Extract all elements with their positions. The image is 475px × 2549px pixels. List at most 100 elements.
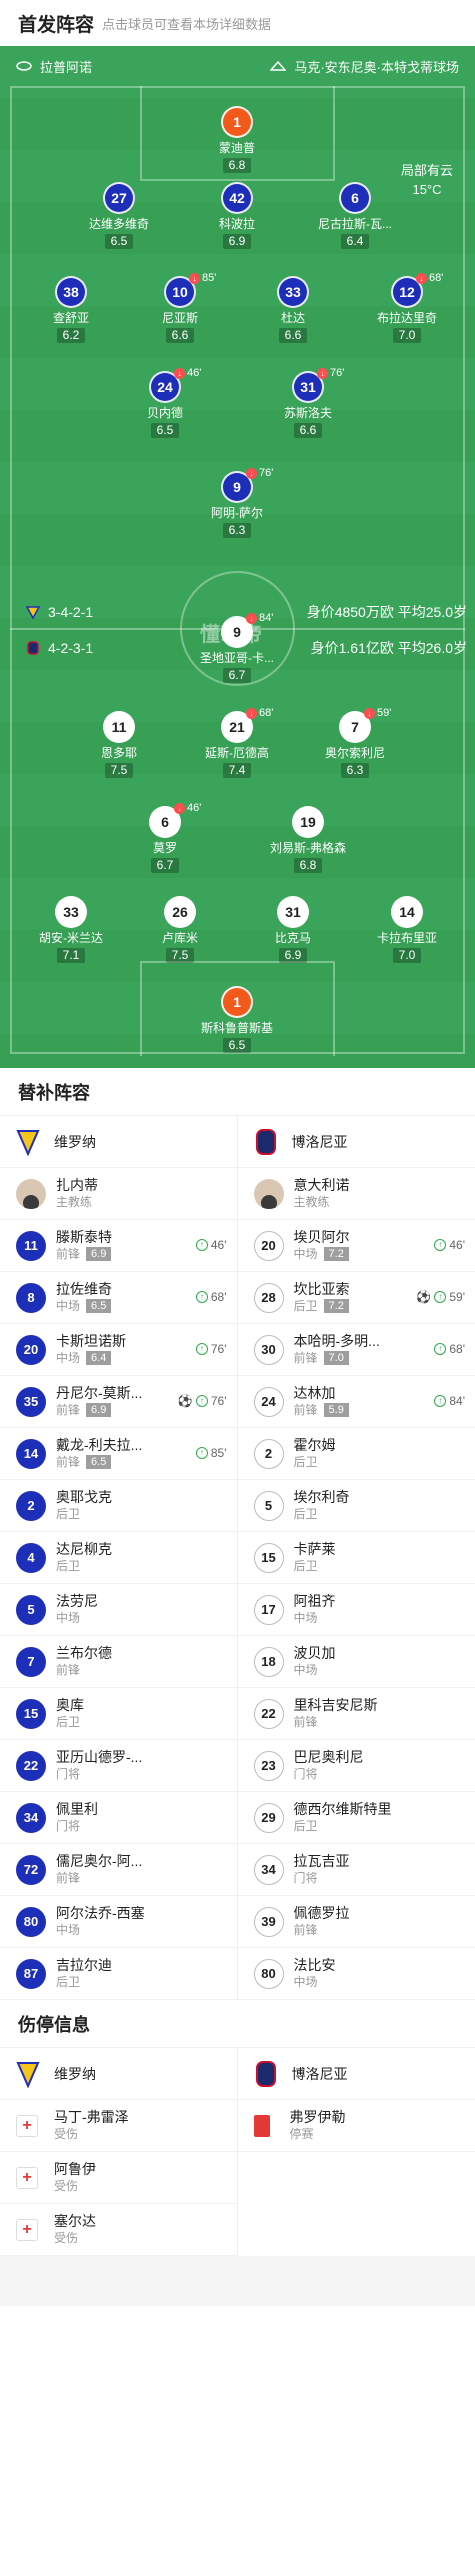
sub-marker: ↓ 76' [246,467,273,479]
sub-player-row[interactable]: 18 波贝加 中场 [237,1636,475,1688]
sub-player-row[interactable]: 80 法比安 中场 [237,1948,475,2000]
pitch-player[interactable]: 31 ↓ 76' 苏斯洛夫 6.6 [253,367,363,439]
sub-player-row[interactable]: 80 阿尔法乔-西塞 中场 [0,1896,237,1948]
sub-player-row[interactable]: 14 戴龙-利夫拉... 前锋 6.5 ↑ 85' [0,1428,237,1480]
pitch-player[interactable]: 27 达维多维奇 6.5 [64,182,174,250]
injury-row[interactable]: 弗罗伊勒 停赛 [237,2100,475,2152]
pitch-player[interactable]: 12 ↓ 68' 布拉达里奇 7.0 [352,272,462,344]
sub-number: 72 [23,1862,39,1877]
sub-player-row[interactable]: 17 阿祖齐 中场 [237,1584,475,1636]
sub-player-row[interactable]: 2 霍尔姆 后卫 [237,1428,475,1480]
sub-player-row[interactable]: 22 亚历山德罗-... 门将 [0,1740,237,1792]
pitch-player[interactable]: 9 ↓ 76' 阿明-萨尔 6.3 [182,467,292,539]
sub-player-row[interactable]: 15 卡萨莱 后卫 [237,1532,475,1584]
sub-player-row[interactable]: 72 儒尼奥尔-阿... 前锋 [0,1844,237,1896]
injury-status: 受伤 [54,2178,79,2193]
sub-player-position: 前锋 [56,1246,81,1261]
sub-player-rating: 6.5 [86,1455,112,1469]
sub-player-row[interactable]: 39 佩德罗拉 前锋 [237,1896,475,1948]
pitch-player[interactable]: 19 刘易斯-弗格森 6.8 [253,806,363,874]
pitch-player[interactable]: 7 ↓ 59' 奥尔索利尼 6.3 [300,707,410,779]
sub-player-position: 中场 [56,1350,81,1365]
sub-player-row[interactable]: 29 德西尔维斯特里 后卫 [237,1792,475,1844]
sub-player-row[interactable]: 35 丹尼尔-莫斯... 前锋 6.9 ⚽ ↑ 76' [0,1376,237,1428]
pitch-player[interactable]: 14 卡拉布里亚 7.0 [352,896,462,964]
sub-number-badge: 34 [16,1802,46,1833]
player-rating: 6.5 [222,1038,252,1053]
injuries-left-team-name: 维罗纳 [54,2065,96,2082]
pitch-player[interactable]: 33 胡安-米兰达 7.1 [16,896,126,964]
sub-number-badge: 11 [16,1230,46,1261]
player-rating: 6.7 [222,668,252,683]
pitch-player[interactable]: 10 ↓ 85' 尼亚斯 6.6 [125,272,235,344]
pitch-player[interactable]: 26 卢库米 7.5 [125,896,235,964]
pitch-player[interactable]: 24 ↓ 46' 贝内德 6.5 [110,367,220,439]
sub-out-icon: ↓ [246,707,257,719]
sub-in-time: ↑ 85' [195,1446,227,1460]
sub-in-time: ⚽ ↑ 59' [416,1290,465,1304]
subs-left-column: 维罗纳 扎内蒂 主教练 11 滕斯泰特 前锋 6.9 ↑ 46' 8 拉佐维奇 中场 6.5 ↑ 68… [0,1116,238,2000]
sub-player-row[interactable]: 30 本哈明-多明... 前锋 7.0 ↑ 68' [237,1324,475,1376]
injury-row[interactable]: + 马丁-弗雷泽 受伤 [0,2100,237,2152]
sub-player-row[interactable]: 23 巴尼奥利尼 门将 [237,1740,475,1792]
pitch-player[interactable]: 31 比克马 6.9 [238,896,348,964]
sub-player-row[interactable]: 8 拉佐维奇 中场 6.5 ↑ 68' [0,1272,237,1324]
subs-right-column: 博洛尼亚 意大利诺 主教练 20 埃贝阿尔 中场 7.2 ↑ 46' 28 坎比亚索 后卫 7.2… [237,1116,475,2000]
player-rating: 7.1 [56,948,86,963]
sub-player-row[interactable]: 11 滕斯泰特 前锋 6.9 ↑ 46' [0,1220,237,1272]
player-name: 苏斯洛夫 [283,406,332,420]
sub-player-row[interactable]: 20 埃贝阿尔 中场 7.2 ↑ 46' [237,1220,475,1272]
sub-player-row[interactable]: 28 坎比亚索 后卫 7.2 ⚽ ↑ 59' [237,1272,475,1324]
sub-player-row[interactable]: 15 奥库 后卫 [0,1688,237,1740]
sub-number: 17 [261,1602,276,1617]
medical-cross-icon: + [16,2114,38,2137]
injury-status: 停赛 [289,2126,314,2141]
sub-player-row[interactable]: 20 卡斯坦诺斯 中场 6.4 ↑ 76' [0,1324,237,1376]
right-coach-row[interactable]: 意大利诺 主教练 [237,1168,475,1220]
sub-out-icon: ↓ [174,802,185,814]
sub-player-name: 丹尼尔-莫斯... [56,1384,143,1401]
sub-player-row[interactable]: 2 奥耶戈克 后卫 [0,1480,237,1532]
sub-player-row[interactable]: 87 吉拉尔迪 后卫 [0,1948,237,2000]
sub-player-row[interactable]: 34 拉瓦吉亚 门将 [237,1844,475,1896]
pitch-player[interactable]: 6 ↓ 46' 莫罗 6.7 [110,802,220,874]
injury-row[interactable]: + 塞尔达 受伤 [0,2204,237,2256]
player-number: 9 [233,479,241,495]
sub-player-row[interactable]: 22 里科吉安尼斯 前锋 [237,1688,475,1740]
pitch-player[interactable]: 11 恩多耶 7.5 [64,711,174,779]
goal-icon: ⚽ [416,1290,432,1304]
sub-player-name: 阿尔法乔-西塞 [56,1904,145,1921]
pitch-player[interactable]: 9 ↓ 84' 圣地亚哥-卡... 6.7 [182,612,292,684]
sub-number-badge: 80 [16,1906,46,1937]
player-number-badge: 6 [339,182,371,214]
left-coach-row[interactable]: 扎内蒂 主教练 [0,1168,237,1220]
sub-player-row[interactable]: 34 佩里利 门将 [0,1792,237,1844]
sub-player-position: 中场 [293,1246,318,1261]
sub-player-name: 巴尼奥利尼 [293,1748,364,1765]
pitch-player[interactable]: 38 查舒亚 6.2 [16,276,126,344]
pitch-player[interactable]: 6 尼古拉斯-瓦... 6.4 [300,182,410,250]
player-name: 斯科鲁普斯基 [200,1021,273,1035]
sub-player-row[interactable]: 5 法劳尼 中场 [0,1584,237,1636]
sub-player-name: 拉佐维奇 [56,1280,112,1297]
player-name: 恩多耶 [100,746,137,760]
sub-minute: 46' [187,802,202,814]
home-formation: 3-4-2-1 [48,604,94,620]
sub-player-row[interactable]: 24 达林加 前锋 5.9 ↑ 84' [237,1376,475,1428]
subs-right-team-row: 博洛尼亚 [237,1116,475,1168]
sub-player-position: 前锋 [56,1662,81,1677]
pitch-player[interactable]: 33 杜达 6.6 [238,276,348,344]
sub-player-row[interactable]: 7 兰布尔德 前锋 [0,1636,237,1688]
player-rating: 6.9 [278,948,308,963]
sub-in-icon: ↑ [195,1291,208,1303]
sub-in-minute: 68' [210,1290,227,1304]
sub-number-badge: 23 [253,1750,284,1781]
sub-player-row[interactable]: 4 达尼柳克 后卫 [0,1532,237,1584]
sub-player-row[interactable]: 5 埃尔利奇 后卫 [237,1480,475,1532]
pitch-player[interactable]: 1 蒙迪普 6.8 [182,106,292,174]
pitch-player[interactable]: 1 斯科鲁普斯基 6.5 [182,986,292,1054]
pitch-player[interactable]: 21 ↓ 68' 延斯-厄德高 7.4 [182,707,292,779]
injury-row[interactable]: + 阿鲁伊 受伤 [0,2152,237,2204]
sub-player-name: 坎比亚索 [293,1280,350,1297]
pitch-player[interactable]: 42 科波拉 6.9 [182,182,292,250]
